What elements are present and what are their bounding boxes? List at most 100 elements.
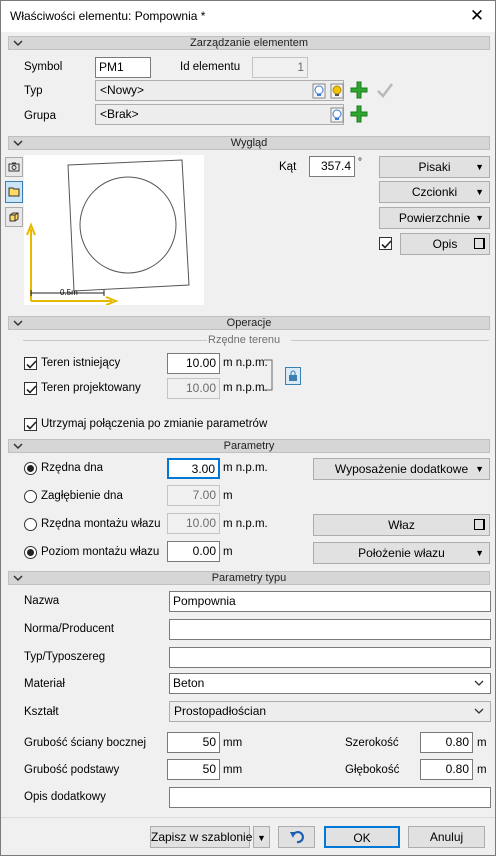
ok-button[interactable]: OK <box>324 826 400 848</box>
dropdown-arrow-icon: ▼ <box>475 187 484 197</box>
grubosc-sciany-label: Grubość ściany bocznej <box>24 737 147 749</box>
bulb-icon[interactable] <box>310 82 328 100</box>
scale-label: 0.5m <box>60 288 78 297</box>
poziom-montazu-label: Poziom montażu włazu <box>41 546 160 558</box>
polozenie-label: Położenie włazu <box>358 546 445 560</box>
poziom-montazu-radio[interactable] <box>24 546 37 559</box>
ksztalt-label: Kształt <box>24 706 59 718</box>
material-select[interactable]: Beton <box>169 673 491 694</box>
add-type-icon[interactable] <box>349 80 369 100</box>
zaglebienie-dna-input[interactable]: 7.00 <box>167 485 220 506</box>
opis-label: Opis <box>432 237 458 251</box>
pisaki-button[interactable]: Pisaki ▼ <box>379 156 490 178</box>
wlaz-label: Właz <box>388 518 415 532</box>
ksztalt-select[interactable]: Prostopadłościan <box>169 701 491 722</box>
close-icon[interactable]: ✕ <box>465 5 489 27</box>
rzedne-terenu-label: Rzędne terenu <box>208 334 281 346</box>
bulb-icon-grupa[interactable] <box>328 106 346 124</box>
anuluj-button[interactable]: Anuluj <box>408 826 485 848</box>
ok-label: OK <box>353 831 371 845</box>
section-header-params[interactable]: Parametry <box>8 439 490 453</box>
section-title: Zarządzanie elementem <box>189 37 308 49</box>
zapisz-label: Zapisz w szablonie <box>151 830 253 844</box>
teren-projektowany-checkbox[interactable] <box>24 382 37 395</box>
rzedna-montazu-input[interactable]: 10.00 <box>167 513 220 534</box>
anuluj-label: Anuluj <box>429 830 464 844</box>
section-title: Wygląd <box>230 137 268 149</box>
chevron-up-icon <box>13 140 23 147</box>
unit-label: m <box>223 546 233 558</box>
kat-input[interactable]: 357.4 <box>309 156 355 177</box>
grubosc-podstawy-label: Grubość podstawy <box>24 764 120 776</box>
3d-view-icon[interactable] <box>5 207 23 227</box>
symbol-input[interactable]: PM1 <box>95 57 151 78</box>
rzedna-dna-radio[interactable] <box>24 462 37 475</box>
czcionki-button[interactable]: Czcionki ▼ <box>379 181 490 203</box>
keep-connections-checkbox[interactable] <box>24 418 37 431</box>
typoszereg-label: Typ/Typoszereg <box>24 651 106 663</box>
grubosc-sciany-input[interactable]: 50 <box>167 732 220 753</box>
unit-label: m <box>223 490 233 502</box>
unit-label: m <box>477 737 487 749</box>
powierzchnie-label: Powierzchnie <box>398 211 471 225</box>
rzedna-montazu-radio[interactable] <box>24 518 37 531</box>
unit-label: m n.p.m. <box>223 518 268 530</box>
lock-icon[interactable] <box>285 367 301 385</box>
section-header-manage[interactable]: Zarządzanie elementem <box>8 36 490 50</box>
section-header-ops[interactable]: Operacje <box>8 316 490 330</box>
nazwa-input[interactable]: Pompownia <box>169 591 491 612</box>
polozenie-wlazu-button[interactable]: Położenie włazu ▼ <box>313 542 490 564</box>
rzedna-dna-label: Rzędna dna <box>41 462 104 474</box>
szerokosc-input[interactable]: 0.80 <box>420 732 473 753</box>
element-id-field: 1 <box>252 57 308 78</box>
kat-label: Kąt <box>279 161 297 173</box>
teren-projektowany-input[interactable]: 10.00 <box>167 378 220 399</box>
grubosc-podstawy-input[interactable]: 50 <box>167 759 220 780</box>
grupa-value: <Brak> <box>100 107 139 121</box>
window-title: Właściwości elementu: Pompownia * <box>10 9 206 23</box>
wlaz-button[interactable]: Właz <box>313 514 490 536</box>
chevron-up-icon <box>13 40 23 47</box>
section-header-type-params[interactable]: Parametry typu <box>8 571 490 585</box>
opis-button[interactable]: Opis <box>400 233 490 255</box>
preview-canvas: 0.5m <box>24 155 204 306</box>
section-title: Operacje <box>226 317 272 329</box>
wyposazenie-label: Wyposażenie dodatkowe <box>334 462 469 476</box>
camera-view-icon[interactable] <box>5 157 23 177</box>
opis-dodatkowy-input[interactable] <box>169 787 491 808</box>
zaglebienie-dna-radio[interactable] <box>24 490 37 503</box>
teren-projektowany-label: Teren projektowany <box>41 382 141 394</box>
checkmark-icon <box>375 80 395 100</box>
powierzchnie-button[interactable]: Powierzchnie ▼ <box>379 207 490 229</box>
bulb-yellow-icon[interactable] <box>328 82 346 100</box>
properties-dialog: Właściwości elementu: Pompownia * ✕ Zarz… <box>0 0 496 856</box>
typ-select[interactable]: <Nowy> <box>95 80 344 101</box>
teren-istniejacy-checkbox[interactable] <box>24 357 37 370</box>
szerokosc-label: Szerokość <box>345 737 399 749</box>
zapisz-w-szablonie-button[interactable]: Zapisz w szablonie <box>150 826 253 848</box>
glebokosc-input[interactable]: 0.80 <box>420 759 473 780</box>
typoszereg-input[interactable] <box>169 647 491 668</box>
plan-view-icon[interactable] <box>5 181 23 203</box>
dropdown-arrow-icon: ▼ <box>475 464 484 474</box>
opis-checkbox[interactable] <box>379 237 392 250</box>
norma-input[interactable] <box>169 619 491 640</box>
poziom-montazu-input[interactable]: 0.00 <box>167 541 220 562</box>
zapisz-dropdown-button[interactable]: ▼ <box>253 826 270 848</box>
material-value: Beton <box>173 676 205 690</box>
unit-label: m <box>477 764 487 776</box>
chevron-down-icon <box>474 708 484 714</box>
undo-button[interactable] <box>278 826 315 848</box>
rzedna-dna-input[interactable]: 3.00 <box>167 458 220 479</box>
section-header-look[interactable]: Wygląd <box>8 136 490 150</box>
teren-istniejacy-label: Teren istniejący <box>41 357 121 369</box>
wyposazenie-button[interactable]: Wyposażenie dodatkowe ▼ <box>313 458 490 480</box>
add-group-icon[interactable] <box>349 104 369 124</box>
bracket-line <box>264 359 273 391</box>
grupa-select[interactable]: <Brak> <box>95 104 344 125</box>
ksztalt-value: Prostopadłościan <box>174 704 267 718</box>
teren-istniejacy-input[interactable]: 10.00 <box>167 353 220 374</box>
czcionki-label: Czcionki <box>411 185 458 199</box>
dropdown-arrow-icon: ▼ <box>475 213 484 223</box>
unit-label: m n.p.m. <box>223 462 268 474</box>
